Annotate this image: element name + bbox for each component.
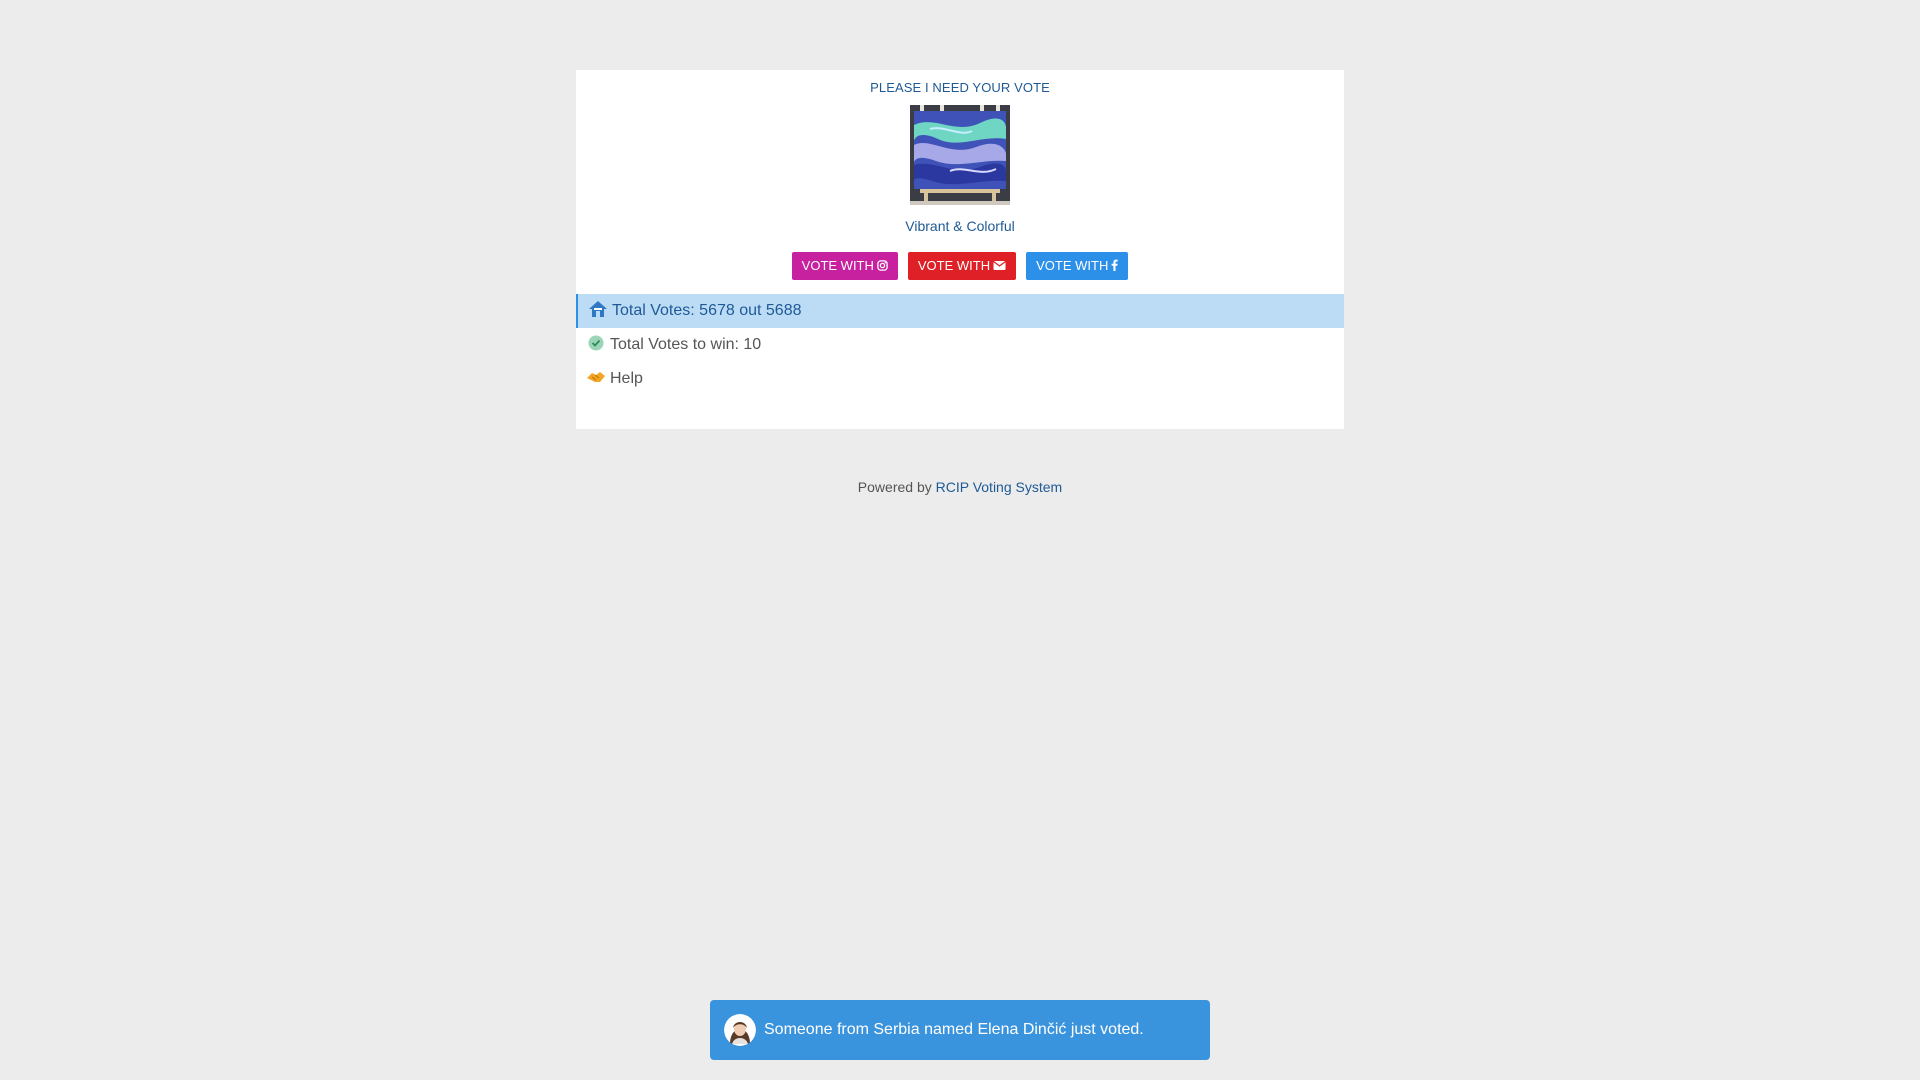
vote-card: PLEASE I NEED YOUR VOTE Vibrant & Colorf… [576,70,1344,429]
vote-instagram-label: VOTE WITH [801,258,874,273]
list-item-votes-to-win[interactable]: Total Votes to win: 10 [576,328,1344,362]
list-item-total-votes[interactable]: Total Votes: 5678 out 5688 [576,294,1344,328]
notification-message: Someone from Serbia named Elena Dinčić j… [764,1021,1144,1038]
votes-to-win-label: Total Votes to win: 10 [610,336,762,353]
facebook-icon [1111,259,1119,271]
vote-email-label: VOTE WITH [917,258,991,273]
card-title: PLEASE I NEED YOUR VOTE [870,80,1050,95]
avatar-icon [724,1013,756,1046]
total-votes-label: Total Votes: 5678 out 5688 [612,302,802,319]
house-icon [589,301,607,317]
check-circle-icon [588,335,604,351]
footer-link[interactable]: RCIP Voting System [936,479,1063,495]
vote-notification-toast: Someone from Serbia named Elena Dinčić j… [710,1000,1210,1060]
painting-title: Vibrant & Colorful [905,218,1015,234]
vote-email-button[interactable]: VOTE WITH [907,252,1017,280]
help-label: Help [610,370,643,387]
vote-instagram-button[interactable]: VOTE WITH [791,252,898,280]
painting-image [910,105,1010,205]
vote-facebook-button[interactable]: VOTE WITH [1026,252,1129,280]
list-item-help[interactable]: Help [576,362,1344,396]
vote-facebook-label: VOTE WITH [1036,258,1109,273]
handshake-icon [587,372,605,382]
stats-list: Total Votes: 5678 out 5688 Total Votes t… [576,294,1344,396]
instagram-icon [877,260,888,271]
footer-prefix: Powered by [857,479,936,495]
footer: Powered by RCIP Voting System [0,479,1920,495]
envelope-icon [993,261,1006,270]
vote-buttons: VOTE WITH VOTE WITH VOTE WITH [576,252,1344,280]
